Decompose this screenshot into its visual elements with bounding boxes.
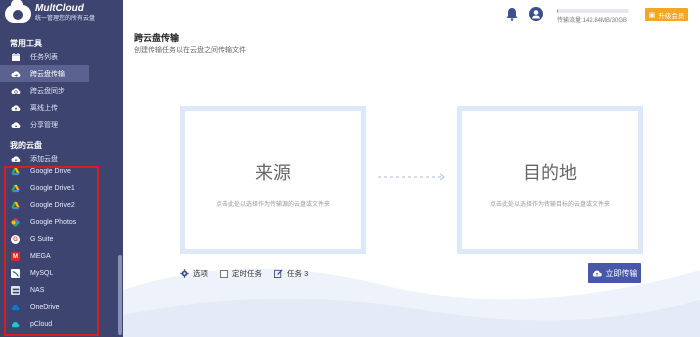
sidebar-item-cloud-transfer[interactable]: 跨云盘传输: [0, 65, 89, 82]
cloud-transfer-icon: [11, 69, 21, 79]
onedrive-icon: [11, 303, 20, 312]
sidebar: MultCloud 统一管理您的所有云盘 常用工具 任务列表 跨云盘传输 跨云盘…: [0, 0, 123, 337]
section-clouds-title: 我的云盘: [10, 141, 42, 150]
sidebar-item-google-drive1[interactable]: Google Drive1: [0, 180, 100, 197]
sidebar-item-label: 分享管理: [30, 121, 58, 129]
sidebar-item-g-suite[interactable]: G G Suite: [0, 231, 100, 248]
cloud-list: Google Drive Google Drive1 Google Drive2…: [0, 163, 100, 333]
sidebar-item-google-drive2[interactable]: Google Drive2: [0, 197, 100, 214]
cloud-upload-icon: [11, 103, 21, 113]
cloud-item-label: OneDrive: [30, 304, 60, 311]
mysql-icon: [11, 269, 20, 278]
cloud-item-label: MySQL: [30, 270, 54, 277]
cart-icon: ▣: [648, 11, 656, 19]
cloud-item-label: Google Drive1: [30, 185, 75, 192]
logo[interactable]: MultCloud 统一管理您的所有云盘: [0, 0, 123, 31]
schedule-label: 定时任务: [232, 269, 262, 278]
cloud-upload-icon: [592, 270, 602, 277]
google-photos-icon: [11, 218, 20, 227]
sidebar-item-pcloud[interactable]: pCloud: [0, 316, 100, 333]
cloud-sync-icon: [11, 86, 21, 96]
sidebar-item-label: 跨云盘同步: [30, 87, 65, 95]
sidebar-item-mega[interactable]: M MEGA: [0, 248, 100, 265]
bell-icon[interactable]: [506, 7, 518, 21]
source-title: 来源: [255, 163, 291, 183]
google-drive-icon: [11, 167, 20, 176]
options-button[interactable]: 选项: [180, 268, 208, 279]
calendar-icon: [11, 52, 21, 62]
sidebar-item-google-photos[interactable]: Google Photos: [0, 214, 100, 231]
sidebar-item-share-management[interactable]: 分享管理: [0, 116, 123, 133]
sidebar-item-google-drive[interactable]: Google Drive: [0, 163, 100, 180]
cloud-item-label: G Suite: [30, 236, 54, 243]
page-subtitle: 创建传输任务以在云盘之间传输文件: [134, 47, 246, 54]
options-row: 选项 定时任务 任务 3: [180, 268, 320, 279]
source-hint: 点击此处以选择作为传输源的云盘或文件夹: [215, 202, 330, 208]
transfer-now-label: 立即传输: [605, 268, 638, 278]
cloud-item-label: Google Photos: [30, 219, 77, 226]
schedule-checkbox[interactable]: [220, 269, 228, 278]
sidebar-item-label: 跨云盘传输: [30, 70, 65, 78]
sidebar-scrollbar[interactable]: [118, 255, 122, 335]
task-name-button[interactable]: 任务 3: [274, 268, 308, 279]
traffic-progress-fill: [557, 9, 558, 13]
multcloud-logo-icon: [5, 0, 31, 23]
cloud-item-label: NAS: [30, 287, 45, 294]
cloud-add-icon: [11, 154, 21, 164]
g-suite-icon: G: [11, 235, 20, 244]
sidebar-item-mysql[interactable]: MySQL: [0, 265, 100, 282]
sidebar-item-label: 添加云盘: [30, 155, 58, 163]
page-title: 跨云盘传输: [134, 33, 180, 43]
upgrade-label: 升级会员: [658, 12, 685, 20]
mega-icon: M: [11, 252, 20, 261]
google-drive-icon: [11, 184, 20, 193]
user-icon: [532, 10, 540, 19]
traffic-text: 传输流量:142.84MB/30GB: [557, 18, 628, 24]
source-panel[interactable]: 来源 点击此处以选择作为传输源的云盘或文件夹: [180, 106, 366, 254]
task-label: 任务 3: [287, 269, 309, 278]
share-icon: [11, 120, 21, 130]
options-label: 选项: [193, 269, 208, 278]
destination-title: 目的地: [523, 163, 577, 183]
app-tagline: 统一管理您的所有云盘: [35, 16, 96, 22]
sidebar-item-cloud-sync[interactable]: 跨云盘同步: [0, 82, 123, 99]
section-tools-title: 常用工具: [10, 39, 42, 48]
sidebar-item-task-list[interactable]: 任务列表: [0, 48, 123, 65]
traffic-progress-bar: [557, 9, 629, 13]
google-drive-icon: [11, 201, 20, 210]
sidebar-item-nas[interactable]: NAS: [0, 282, 100, 299]
edit-icon: [274, 269, 283, 278]
cloud-item-label: Google Drive2: [30, 202, 75, 209]
app-name: MultCloud: [35, 3, 84, 14]
destination-hint: 点击此处以选择作为传输目标的云盘或文件夹: [489, 202, 610, 208]
transfer-arrow-icon: [378, 173, 446, 181]
transfer-now-button[interactable]: 立即传输: [588, 263, 641, 283]
pcloud-icon: [11, 320, 20, 329]
upgrade-button[interactable]: ▣ 升级会员: [645, 8, 688, 21]
cloud-item-label: Google Drive: [30, 168, 71, 175]
sidebar-item-offline-upload[interactable]: 离线上传: [0, 99, 123, 116]
schedule-option[interactable]: 定时任务: [220, 268, 262, 279]
sidebar-item-onedrive[interactable]: OneDrive: [0, 299, 100, 316]
avatar[interactable]: [529, 7, 543, 21]
cloud-item-label: pCloud: [30, 321, 53, 328]
nas-icon: [11, 286, 20, 295]
gear-icon: [180, 269, 189, 278]
sidebar-item-label: 任务列表: [30, 53, 58, 61]
destination-panel[interactable]: 目的地 点击此处以选择作为传输目标的云盘或文件夹: [457, 106, 643, 254]
sidebar-item-label: 离线上传: [30, 104, 58, 112]
cloud-item-label: MEGA: [30, 253, 51, 260]
